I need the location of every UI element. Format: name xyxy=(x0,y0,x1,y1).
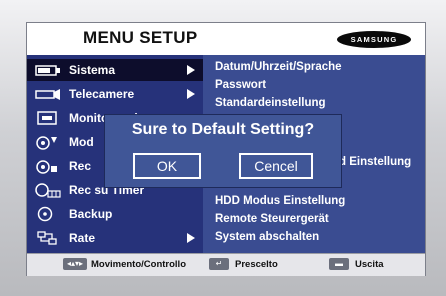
menu-item-rate[interactable]: Rate xyxy=(27,227,203,249)
default-setting-dialog: Sure to Default Setting? OK Cencel xyxy=(104,114,342,188)
cancel-button[interactable]: Cencel xyxy=(239,153,313,179)
menu-item-sistema[interactable]: Sistema xyxy=(27,59,203,81)
menu-item-label: Rec xyxy=(69,159,92,173)
submenu-item[interactable]: System abschalten xyxy=(215,231,319,243)
record-icon xyxy=(36,160,57,174)
menu-item-label: Rate xyxy=(69,231,96,245)
menu-item-label: Telecamere xyxy=(69,87,135,101)
menu-item-label: Sistema xyxy=(69,63,116,77)
menu-item-telecamere[interactable]: Telecamere xyxy=(27,83,203,105)
footer-bar: ◂▴▾▸ Movimento/Controllo ↵ Prescelto ▬ U… xyxy=(27,253,425,276)
submenu-item[interactable]: HDD Modus Einstellung xyxy=(215,195,345,207)
camera-icon xyxy=(35,89,60,100)
menu-header: MENU SETUP SAMSUNG xyxy=(27,23,425,55)
submenu-item[interactable]: Passwort xyxy=(215,79,266,91)
ok-button[interactable]: OK xyxy=(133,153,201,179)
menu-item-label: Mod xyxy=(69,135,94,149)
menu-item-label: Backup xyxy=(69,207,113,221)
submenu-item[interactable]: d Einstellung xyxy=(339,156,411,168)
enter-key-icon: ↵ xyxy=(209,258,229,270)
menu-item-backup[interactable]: Backup xyxy=(27,203,203,225)
move-keys-icon: ◂▴▾▸ xyxy=(63,258,87,270)
timer-record-icon xyxy=(35,183,61,198)
osd-frame: MENU SETUP SAMSUNG Sistema Telecamere Mo… xyxy=(0,0,446,296)
submenu-item[interactable]: Remote Steurergerät xyxy=(215,213,329,225)
backup-icon xyxy=(37,206,53,222)
monitor-icon xyxy=(37,111,57,125)
mode-icon xyxy=(36,136,57,150)
samsung-logo: SAMSUNG xyxy=(337,31,411,48)
system-icon xyxy=(35,65,60,76)
exit-key-icon: ▬ xyxy=(329,258,349,270)
footer-select-label: Prescelto xyxy=(235,259,278,270)
arrow-right-icon xyxy=(187,233,195,243)
arrow-right-icon xyxy=(187,89,195,99)
submenu-item[interactable]: Standardeinstellung xyxy=(215,97,326,109)
arrow-right-icon xyxy=(187,65,195,75)
footer-exit-label: Uscita xyxy=(355,259,384,270)
footer-move-label: Movimento/Controllo xyxy=(91,259,186,270)
rate-icon xyxy=(37,231,57,245)
dialog-message: Sure to Default Setting? xyxy=(131,121,315,138)
submenu-item[interactable]: Datum/Uhrzeit/Sprache xyxy=(215,61,342,73)
menu-title: MENU SETUP xyxy=(83,28,198,47)
